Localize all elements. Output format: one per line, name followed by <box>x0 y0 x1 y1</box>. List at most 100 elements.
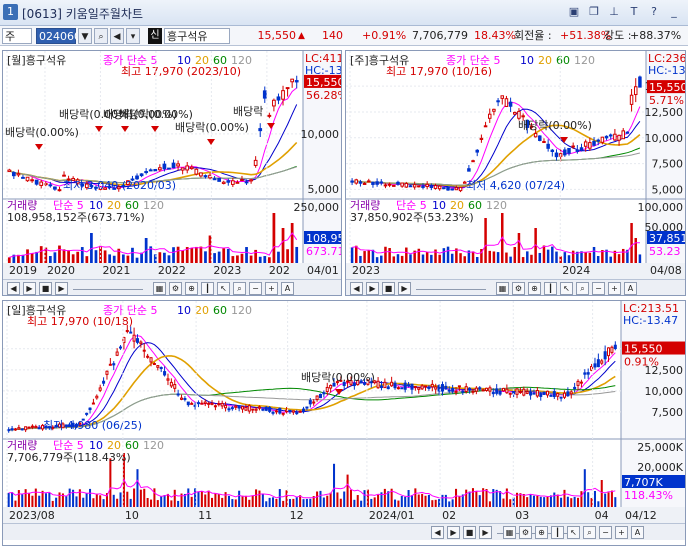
stop-icon[interactable]: ■ <box>463 526 476 539</box>
window-controls: ▣ ❐ ⊥ T ? _ <box>566 4 682 20</box>
daily-chart-svg[interactable]: 15,00012,50010,0007,500[일]흥구석유종가 단순 5102… <box>3 301 686 523</box>
stock-name-field[interactable]: 흥구석유 <box>164 28 230 44</box>
font-icon[interactable]: T <box>626 4 642 20</box>
period-select[interactable]: 주 <box>2 28 32 44</box>
stop-icon[interactable]: ■ <box>382 282 395 295</box>
daily-candle-body <box>88 407 92 411</box>
daily-candle-body <box>312 401 316 404</box>
restore-icon[interactable]: ❐ <box>586 4 602 20</box>
auto-icon[interactable]: A <box>624 282 637 295</box>
daily-volume-bar <box>468 491 471 507</box>
daily-volume-bar <box>353 499 356 507</box>
minus-icon[interactable]: − <box>592 282 605 295</box>
daily-candle-body <box>461 390 465 393</box>
option-dropdown-icon[interactable]: ▾ <box>126 28 140 44</box>
daily-volume-bar <box>519 493 522 507</box>
play-icon[interactable]: ▶ <box>23 282 36 295</box>
stop-icon[interactable]: ■ <box>39 282 52 295</box>
play-icon[interactable]: ▶ <box>366 282 379 295</box>
zoom-slider[interactable] <box>73 282 143 290</box>
plus-icon[interactable]: + <box>265 282 278 295</box>
monthly-last-date: 04/01 <box>307 264 339 277</box>
scroll-left-icon[interactable]: ◀ <box>350 282 363 295</box>
weekly-volume-bar <box>567 255 571 263</box>
layout-icon[interactable]: ▣ <box>566 4 582 20</box>
magnifier-icon[interactable]: ⌕ <box>583 526 596 539</box>
crosshair-icon[interactable]: ⊕ <box>185 282 198 295</box>
weekly-volume-bar <box>409 254 412 263</box>
weekly-volume-bar <box>630 223 633 263</box>
grid-icon[interactable]: ▦ <box>503 526 516 539</box>
daily-volume-bar <box>17 490 20 507</box>
settings-icon[interactable]: ⚙ <box>169 282 182 295</box>
monthly-candle-body <box>34 179 39 185</box>
daily-volume-bar <box>377 494 380 507</box>
weekly-candle-body <box>421 185 425 188</box>
daily-volume-tag: 7,707K <box>624 476 663 489</box>
minimize-icon[interactable]: _ <box>666 4 682 20</box>
scroll-right-icon[interactable]: ▶ <box>55 282 68 295</box>
monthly-candle-body <box>162 163 167 170</box>
daily-candle-body <box>396 387 400 390</box>
scroll-left-icon[interactable]: ◀ <box>431 526 444 539</box>
weekly-candle-body <box>354 179 359 184</box>
weekly-chart-svg[interactable]: 15,00012,50010,0007,5005,000[주]흥구석유종가 단순… <box>346 51 686 279</box>
monthly-chart-svg[interactable]: 10,0005,000[월]흥구석유 종가 단순 5 10 20 60 120최고 17,… <box>3 51 342 279</box>
weekly-volume-bar <box>405 247 408 263</box>
monthly-volume-bar <box>249 255 253 263</box>
scroll-left-icon[interactable]: ◀ <box>7 282 20 295</box>
monthly-x-tick: 2022 <box>158 264 186 277</box>
daily-candle-body <box>474 387 478 392</box>
grid-icon[interactable]: ▦ <box>153 282 166 295</box>
daily-volume-bar <box>200 491 203 507</box>
weekly-candle-body <box>396 181 400 185</box>
scroll-right-icon[interactable]: ▶ <box>479 526 492 539</box>
minus-icon[interactable]: − <box>599 526 612 539</box>
candle-icon[interactable]: ┃ <box>544 282 557 295</box>
magnifier-icon[interactable]: ⌕ <box>576 282 589 295</box>
plus-icon[interactable]: + <box>615 526 628 539</box>
auto-icon[interactable]: A <box>631 526 644 539</box>
daily-volume-bar <box>563 489 566 507</box>
magnifier-icon[interactable]: ⌕ <box>233 282 246 295</box>
help-icon[interactable]: ? <box>646 4 662 20</box>
weekly-volume-bar <box>634 238 637 263</box>
settings-icon[interactable]: ⚙ <box>512 282 525 295</box>
pin-icon[interactable]: ⊥ <box>606 4 622 20</box>
weekly-volume-bar <box>513 247 517 263</box>
search-icon[interactable]: ⌕ <box>94 28 108 44</box>
settings-icon[interactable]: ⚙ <box>519 526 532 539</box>
weekly-candle-body <box>613 133 617 141</box>
daily-candle-body <box>444 385 448 390</box>
minus-icon[interactable]: − <box>249 282 262 295</box>
weekly-candle-body <box>563 149 567 156</box>
weekly-candle-body <box>496 100 500 103</box>
plus-icon[interactable]: + <box>608 282 621 295</box>
draw-icon[interactable]: ↖ <box>560 282 573 295</box>
candle-icon[interactable]: ┃ <box>201 282 214 295</box>
daily-candle-body <box>274 410 278 413</box>
draw-icon[interactable]: ↖ <box>217 282 230 295</box>
daily-volume-bar <box>597 501 600 507</box>
monthly-candle-body <box>21 176 25 179</box>
draw-icon[interactable]: ↖ <box>567 526 580 539</box>
play-icon[interactable]: ▶ <box>447 526 460 539</box>
daily-volume-bar <box>248 499 251 507</box>
auto-icon[interactable]: A <box>281 282 294 295</box>
zoom-slider[interactable] <box>416 282 486 290</box>
monthly-volume-bar <box>277 251 280 263</box>
sound-icon[interactable]: ◀ <box>110 28 124 44</box>
daily-volume-bar <box>217 493 220 507</box>
code-dropdown-icon[interactable]: ▼ <box>78 28 92 44</box>
daily-volume-bar <box>600 480 603 507</box>
monthly-volume-value: 108,958,152주(673.71%) <box>7 211 145 224</box>
crosshair-icon[interactable]: ⊕ <box>535 526 548 539</box>
scroll-right-icon[interactable]: ▶ <box>398 282 411 295</box>
daily-volume-bar <box>553 492 556 507</box>
crosshair-icon[interactable]: ⊕ <box>528 282 541 295</box>
weekly-volume-bar <box>363 251 366 263</box>
stock-code-input[interactable]: 024060 <box>36 28 81 44</box>
candle-icon[interactable]: ┃ <box>551 526 564 539</box>
grid-icon[interactable]: ▦ <box>496 282 509 295</box>
weekly-volume-bar <box>475 257 479 263</box>
